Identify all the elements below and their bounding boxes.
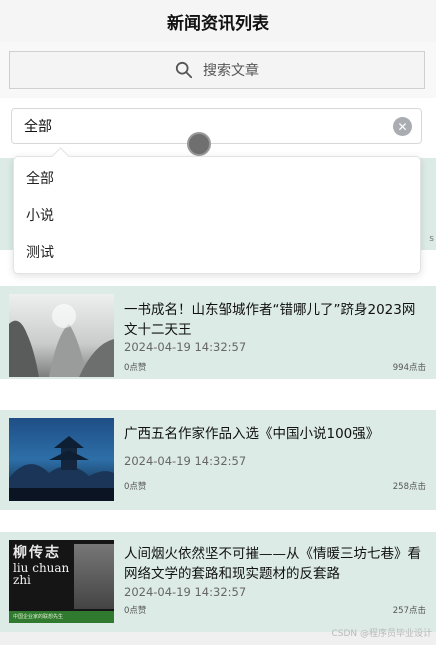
thumbnail-portrait <box>74 544 114 609</box>
list-item[interactable]: 柳传志 liu chuan zhi 中国企业家的联想先生 人间烟火依然坚不可摧—… <box>0 532 436 632</box>
article-thumbnail <box>9 294 114 377</box>
article-likes: 0点赞 <box>124 363 147 373</box>
category-select[interactable]: 全部 ✕ <box>11 108 422 144</box>
article-likes: 0点赞 <box>124 482 147 492</box>
article-title[interactable]: 一书成名！山东邹城作者“错哪儿了”跻身2023网文十二天王 <box>124 300 426 340</box>
article-thumbnail: 柳传志 liu chuan zhi 中国企业家的联想先生 <box>9 540 114 623</box>
article-title[interactable]: 广西五名作家作品入选《中国小说100强》 <box>124 424 426 444</box>
page-title: 新闻资讯列表 <box>167 13 269 34</box>
dropdown-option[interactable]: 全部 <box>14 161 420 198</box>
thumbnail-title: 柳传志 <box>13 545 61 561</box>
thumbnail-latin: liu chuan zhi <box>13 561 70 587</box>
search-label: 搜索文章 <box>203 63 259 79</box>
divider <box>0 510 436 532</box>
article-clicks: 994点击 <box>392 363 426 373</box>
dropdown-option[interactable]: 小说 <box>14 198 420 235</box>
article-time: 2024-04-19 14:32:57 <box>124 454 247 468</box>
article-title[interactable]: 人间烟火依然坚不可摧——从《情暖三坊七巷》看网络文学的套路和现实题材的反套路 <box>124 544 426 584</box>
article-thumbnail <box>9 418 114 501</box>
article-time: 2024-04-19 14:32:57 <box>124 585 247 599</box>
category-dropdown: 全部 小说 测试 <box>13 156 421 274</box>
selected-category: 全部 <box>24 119 52 135</box>
page-header: 新闻资讯列表 <box>0 0 436 42</box>
partial-row-text: s <box>429 234 434 244</box>
touch-indicator <box>187 132 211 156</box>
thumbnail-caption: 中国企业家的联想先生 <box>9 611 114 623</box>
watermark: CSDN @程序员毕业设计 <box>331 629 432 639</box>
article-time: 2024-04-19 14:32:57 <box>124 340 247 354</box>
dropdown-option[interactable]: 测试 <box>14 235 420 272</box>
list-item[interactable]: 一书成名！山东邹城作者“错哪儿了”跻身2023网文十二天王 2024-04-19… <box>0 286 436 379</box>
search-icon <box>175 61 193 79</box>
filter-bar: 全部 ✕ <box>0 98 436 158</box>
list-item[interactable]: 广西五名作家作品入选《中国小说100强》 2024-04-19 14:32:57… <box>0 410 436 510</box>
article-clicks: 258点击 <box>392 482 426 492</box>
article-clicks: 257点击 <box>392 606 426 616</box>
search-area: 搜索文章 <box>0 42 436 98</box>
article-likes: 0点赞 <box>124 606 147 616</box>
divider <box>0 379 436 410</box>
clear-icon[interactable]: ✕ <box>393 117 412 136</box>
search-button[interactable]: 搜索文章 <box>9 51 425 89</box>
